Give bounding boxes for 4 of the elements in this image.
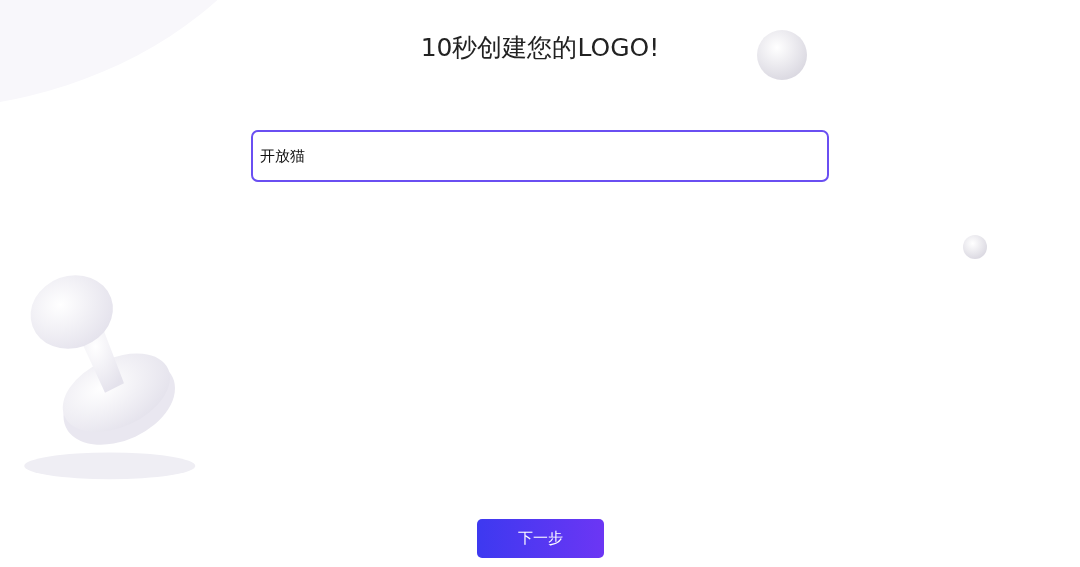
name-input-field[interactable]: 开放猫 — [251, 130, 829, 182]
sphere-drawing — [960, 232, 990, 262]
next-button[interactable]: 下一步 — [476, 519, 604, 558]
page-title: 10秒创建您的LOGO! — [420, 32, 660, 64]
